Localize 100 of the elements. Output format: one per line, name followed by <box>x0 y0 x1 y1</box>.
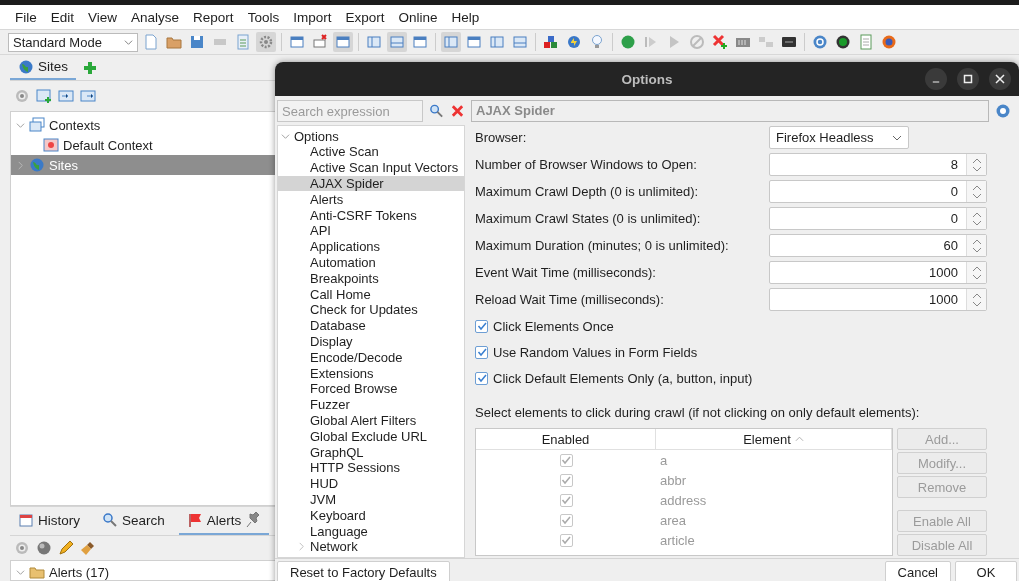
menu-item[interactable]: Tools <box>240 9 287 25</box>
close-button[interactable] <box>989 68 1011 90</box>
window-icon <box>412 34 428 50</box>
window-export-icon <box>80 88 96 104</box>
menu-item[interactable]: Edit <box>43 9 82 25</box>
spinner-arrows-icon[interactable] <box>971 184 982 199</box>
panel-title: AJAX Spider <box>471 100 989 122</box>
tree-item[interactable]: Fuzzer <box>278 396 464 413</box>
sync-icon <box>566 34 582 50</box>
checkbox-label: Click Default Elements Only (a, button, input) <box>493 370 753 386</box>
tree-item[interactable]: Forced Browse <box>278 380 464 397</box>
panel-tab[interactable]: Alerts <box>178 507 270 535</box>
tree-item[interactable]: HUD <box>278 475 464 492</box>
spinner-arrows-icon[interactable] <box>971 292 982 307</box>
panel-tab[interactable]: Sites <box>10 55 76 80</box>
tree-item[interactable]: API <box>278 223 464 239</box>
search-icon <box>429 103 444 119</box>
tree-item[interactable]: Options <box>278 128 464 144</box>
mode-dropdown[interactable]: Standard Mode <box>8 32 138 52</box>
tree-item[interactable]: Active Scan Input Vectors <box>278 159 464 176</box>
tree-item[interactable]: JVM <box>278 491 464 508</box>
tree-item[interactable]: HTTP Sessions <box>278 459 464 476</box>
dialog-title: Options <box>621 71 673 87</box>
tree-item[interactable]: Display <box>278 333 464 350</box>
window-icon <box>335 34 351 50</box>
number-spinner[interactable]: 1000 <box>769 288 987 311</box>
clear-icon <box>450 103 465 119</box>
tree-item[interactable]: Active Scan <box>278 144 464 160</box>
field-label: Maximum Crawl Depth (0 is unlimited): <box>475 184 699 199</box>
delete-plus-icon <box>712 34 728 50</box>
number-spinner[interactable]: 1000 <box>769 261 987 284</box>
menu-item[interactable]: Report <box>186 9 241 25</box>
maximize-icon <box>963 74 973 84</box>
checkbox[interactable] <box>475 345 488 359</box>
stop-icon <box>689 34 705 50</box>
tree-item[interactable]: Applications <box>278 238 464 255</box>
tree-item[interactable]: Network <box>278 538 464 555</box>
terminal-icon <box>781 34 797 50</box>
reset-button[interactable]: Reset to Factory Defaults <box>277 560 450 581</box>
tree-item[interactable]: Keyboard <box>278 507 464 524</box>
field-label: Maximum Duration (minutes; 0 is unlimited): <box>475 238 729 253</box>
table-cell-text: address <box>659 492 708 508</box>
menu-item[interactable]: View <box>81 9 125 25</box>
checkbox[interactable] <box>475 371 488 385</box>
caret-icon[interactable] <box>280 131 290 141</box>
tree-item[interactable]: Encode/Decode <box>278 349 464 366</box>
tree-item[interactable]: Database <box>278 317 464 334</box>
tree-item[interactable]: Global Exclude URL <box>278 428 464 445</box>
plus-icon <box>82 59 98 76</box>
spinner-arrows-icon[interactable] <box>971 238 982 253</box>
dialog-button[interactable]: OK <box>955 560 1017 581</box>
layout-icon <box>443 34 459 50</box>
tree-item[interactable]: Alerts <box>278 191 464 208</box>
spinner-arrows-icon[interactable] <box>971 211 982 226</box>
close-icon <box>995 74 1005 84</box>
browser-dropdown[interactable]: Firefox Headless <box>769 126 909 149</box>
layout-icon <box>366 34 382 50</box>
tree-item[interactable]: Breakpoints <box>278 270 464 287</box>
caret-icon[interactable] <box>15 567 25 577</box>
menu-item[interactable]: Help <box>444 9 487 25</box>
panel-tab[interactable]: Search <box>94 507 173 535</box>
tree-item[interactable]: Check for Updates <box>278 301 464 318</box>
tree-item[interactable]: Anti-CSRF Tokens <box>278 207 464 223</box>
tree-item[interactable]: Default Context <box>11 135 275 155</box>
menu-item[interactable]: Export <box>338 9 392 25</box>
tree-item[interactable]: Global Alert Filters <box>278 412 464 429</box>
target-window-icon <box>43 137 59 153</box>
search-field[interactable]: Search expression <box>277 100 423 122</box>
number-spinner[interactable]: 0 <box>769 207 987 230</box>
menu-item[interactable]: Analyse <box>124 9 187 25</box>
sort-icon <box>794 436 804 442</box>
menu-item[interactable]: File <box>8 9 44 25</box>
maximize-button[interactable] <box>957 68 979 90</box>
field-label: Event Wait Time (milliseconds): <box>475 265 656 280</box>
tree-item[interactable]: Contexts <box>11 115 275 135</box>
field-label: Maximum Crawl States (0 is unlimited): <box>475 211 701 226</box>
panel-tab[interactable]: History <box>10 507 88 535</box>
checkbox[interactable] <box>475 319 488 333</box>
windows-icon <box>29 117 45 133</box>
caret-icon <box>124 37 133 47</box>
folder-icon <box>29 564 45 580</box>
tree-item[interactable]: Extensions <box>278 365 464 381</box>
tree-item[interactable]: Language <box>278 523 464 539</box>
spinner-arrows-icon[interactable] <box>971 157 982 172</box>
tree-item[interactable]: AJAX Spider <box>278 175 464 192</box>
spinner-arrows-icon[interactable] <box>971 265 982 280</box>
menu-item[interactable]: Online <box>391 9 445 25</box>
table-caption: Select elements to click during crawl (if not clicking on only default elements): <box>475 405 921 420</box>
tree-item[interactable]: GraphQL <box>278 444 464 460</box>
dialog-button[interactable]: Cancel <box>884 560 951 581</box>
table-cell-text: area <box>659 512 688 528</box>
minimize-button[interactable] <box>925 68 947 90</box>
number-spinner[interactable]: 60 <box>769 234 987 257</box>
caret-icon[interactable] <box>15 120 25 130</box>
number-spinner[interactable]: 0 <box>769 180 987 203</box>
number-spinner[interactable]: 8 <box>769 153 987 176</box>
tree-item[interactable]: Automation <box>278 254 464 271</box>
menu-item[interactable]: Import <box>286 9 339 25</box>
notepad-icon <box>858 34 874 50</box>
tree-item[interactable]: Call Home <box>278 286 464 302</box>
